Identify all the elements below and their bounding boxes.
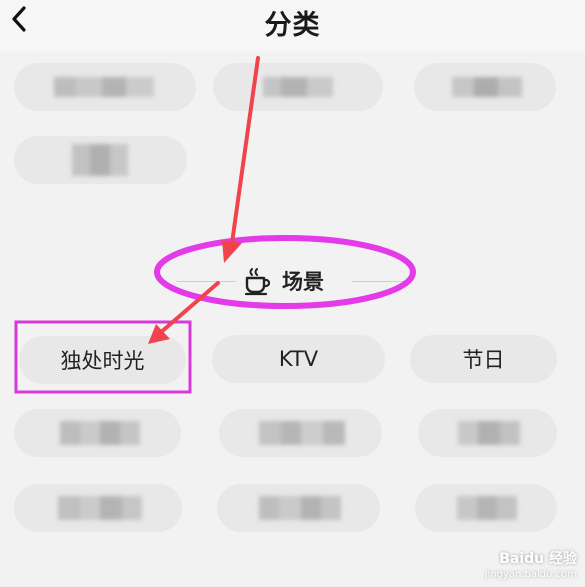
category-chip-blurred[interactable]: [213, 63, 383, 111]
category-chip-blurred[interactable]: [415, 484, 557, 532]
arrowhead-down: [222, 240, 242, 263]
category-chip-blurred[interactable]: [14, 484, 182, 532]
category-chip-blurred[interactable]: [418, 409, 557, 457]
section-title: 场景: [282, 270, 324, 294]
header-bar: 分类: [0, 0, 585, 52]
section-header: 场景: [244, 264, 324, 298]
chip-label: 独处时光: [60, 349, 145, 373]
watermark-url: jingyan.baidu.com: [484, 569, 577, 580]
category-chip-blurred[interactable]: [14, 63, 196, 111]
page-title: 分类: [264, 10, 321, 41]
arrow-to-chip: [158, 281, 220, 335]
section-divider-right: [352, 281, 404, 282]
scene-chip-alone-time[interactable]: 独处时光: [19, 336, 186, 384]
category-chip-blurred[interactable]: [14, 409, 181, 457]
category-chip-blurred[interactable]: [219, 409, 382, 457]
watermark-brand: Baidu 经验: [499, 551, 577, 567]
chip-label: KTV: [278, 347, 319, 371]
baidu-watermark: Baidu 经验 jingyan.baidu.com: [485, 551, 577, 583]
section-divider-left: [176, 281, 236, 282]
chip-label: 节日: [462, 348, 505, 372]
category-chip-blurred[interactable]: [14, 136, 187, 184]
scene-chip-holiday[interactable]: 节日: [410, 335, 557, 383]
scene-chip-ktv[interactable]: KTV: [212, 335, 385, 383]
category-chip-blurred[interactable]: [414, 63, 556, 111]
coffee-cup-icon: [244, 268, 271, 296]
category-chip-blurred[interactable]: [217, 484, 380, 532]
